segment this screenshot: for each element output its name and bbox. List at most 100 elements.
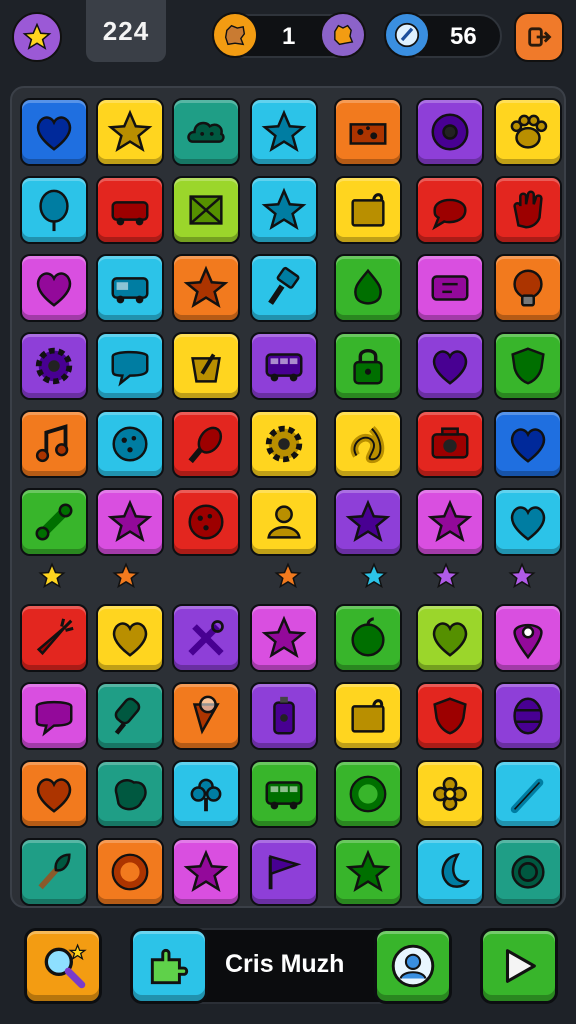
top-tile-r4-c7[interactable] [494, 332, 562, 400]
gem-button[interactable] [384, 12, 430, 58]
cookie-icon [188, 504, 224, 540]
top-tile-r2-c6[interactable] [416, 176, 484, 244]
bottom-tile-r2-c4[interactable] [250, 682, 318, 750]
bottom-tile-r2-c5[interactable] [334, 682, 402, 750]
star-menu-button[interactable] [12, 12, 62, 62]
top-tile-r3-c6[interactable] [416, 254, 484, 322]
star-icon [22, 22, 52, 50]
top-tile-r5-c4[interactable] [250, 410, 318, 478]
bottom-tile-r4-c4[interactable] [250, 838, 318, 906]
bottom-tile-r3-c1[interactable] [20, 760, 88, 828]
top-tile-r6-c1[interactable] [20, 488, 88, 556]
cookie-icon [224, 24, 246, 46]
top-hud: 224 1 56 [0, 0, 576, 72]
bottom-tile-r4-c7[interactable] [494, 838, 562, 906]
clover-icon [190, 778, 222, 812]
apple-icon [351, 617, 385, 657]
top-tile-r4-c6[interactable] [416, 332, 484, 400]
top-tile-r1-c1[interactable] [20, 98, 88, 166]
top-tile-r6-c3[interactable] [172, 488, 240, 556]
bottom-tile-r1-c4[interactable] [250, 604, 318, 672]
top-tile-r5-c5[interactable] [334, 410, 402, 478]
chat-icon [111, 350, 149, 387]
top-tile-r1-c4[interactable] [250, 98, 318, 166]
balloon-icon [39, 189, 69, 232]
top-tile-r2-c7[interactable] [494, 176, 562, 244]
progress-star-icon [274, 562, 302, 590]
bottom-tile-r2-c3[interactable] [172, 682, 240, 750]
bottom-tile-r2-c1[interactable] [20, 682, 88, 750]
star-icon [107, 499, 153, 542]
user-icon [267, 505, 301, 539]
bottom-tile-r4-c5[interactable] [334, 838, 402, 906]
top-tile-r3-c5[interactable] [334, 254, 402, 322]
bottom-tile-r4-c2[interactable] [96, 838, 164, 906]
top-tile-r5-c3[interactable] [172, 410, 240, 478]
top-tile-r5-c6[interactable] [416, 410, 484, 478]
bottom-tile-r2-c2[interactable] [96, 682, 164, 750]
hint-button[interactable] [24, 928, 102, 1004]
bottom-tile-r1-c7[interactable] [494, 604, 562, 672]
top-tile-r4-c5[interactable] [334, 332, 402, 400]
bottom-tile-r1-c1[interactable] [20, 604, 88, 672]
bus-icon [265, 353, 303, 382]
top-tile-r3-c2[interactable] [96, 254, 164, 322]
bottom-tile-r1-c6[interactable] [416, 604, 484, 672]
top-tile-r3-c7[interactable] [494, 254, 562, 322]
bottom-tile-r2-c6[interactable] [416, 682, 484, 750]
gear-coin-button[interactable] [320, 12, 366, 58]
bottom-tile-r3-c7[interactable] [494, 760, 562, 828]
top-tile-r2-c4[interactable] [250, 176, 318, 244]
top-tile-r5-c2[interactable] [96, 410, 164, 478]
top-tile-r1-c5[interactable] [334, 98, 402, 166]
bottom-tile-r3-c4[interactable] [250, 760, 318, 828]
top-tile-r2-c5[interactable] [334, 176, 402, 244]
top-tile-r5-c7[interactable] [494, 410, 562, 478]
bottom-tile-r4-c6[interactable] [416, 838, 484, 906]
lock-icon [353, 348, 383, 385]
top-tile-r4-c4[interactable] [250, 332, 318, 400]
top-tile-r2-c1[interactable] [20, 176, 88, 244]
play-button[interactable] [480, 928, 558, 1004]
top-tile-r5-c1[interactable] [20, 410, 88, 478]
top-tile-r6-c2[interactable] [96, 488, 164, 556]
torch-icon [38, 853, 71, 890]
bottom-tile-r3-c3[interactable] [172, 760, 240, 828]
bottom-tile-r2-c7[interactable] [494, 682, 562, 750]
bottom-tile-r1-c3[interactable] [172, 604, 240, 672]
top-tile-r6-c4[interactable] [250, 488, 318, 556]
top-tile-r6-c5[interactable] [334, 488, 402, 556]
bottom-tile-r1-c5[interactable] [334, 604, 402, 672]
orb-icon [511, 855, 545, 889]
bottom-tile-r4-c1[interactable] [20, 838, 88, 906]
shield-icon [511, 347, 545, 385]
bottom-tile-r1-c2[interactable] [96, 604, 164, 672]
top-tile-r3-c4[interactable] [250, 254, 318, 322]
star-icon [261, 109, 307, 152]
top-tile-r1-c3[interactable] [172, 98, 240, 166]
top-tile-r4-c3[interactable] [172, 332, 240, 400]
top-tile-r1-c7[interactable] [494, 98, 562, 166]
top-tile-r1-c2[interactable] [96, 98, 164, 166]
puzzle-button[interactable] [130, 928, 208, 1004]
top-tile-r6-c6[interactable] [416, 488, 484, 556]
top-tile-r3-c1[interactable] [20, 254, 88, 322]
top-tile-r4-c2[interactable] [96, 332, 164, 400]
top-tile-r6-c7[interactable] [494, 488, 562, 556]
top-tile-r3-c3[interactable] [172, 254, 240, 322]
top-tile-r4-c1[interactable] [20, 332, 88, 400]
bottom-tile-r4-c3[interactable] [172, 838, 240, 906]
bottom-tile-r3-c6[interactable] [416, 760, 484, 828]
heart-icon [36, 116, 72, 151]
top-tile-r2-c2[interactable] [96, 176, 164, 244]
bottom-tile-r3-c2[interactable] [96, 760, 164, 828]
star-icon [261, 187, 307, 230]
profile-button[interactable] [374, 928, 452, 1004]
brush-icon [268, 266, 300, 305]
bottom-tile-r3-c5[interactable] [334, 760, 402, 828]
exit-button[interactable] [514, 12, 564, 62]
top-tile-r1-c6[interactable] [416, 98, 484, 166]
cookie-coin-button[interactable] [212, 12, 258, 58]
bottom-bar: Cris Muzh [0, 920, 576, 1024]
top-tile-r2-c3[interactable] [172, 176, 240, 244]
